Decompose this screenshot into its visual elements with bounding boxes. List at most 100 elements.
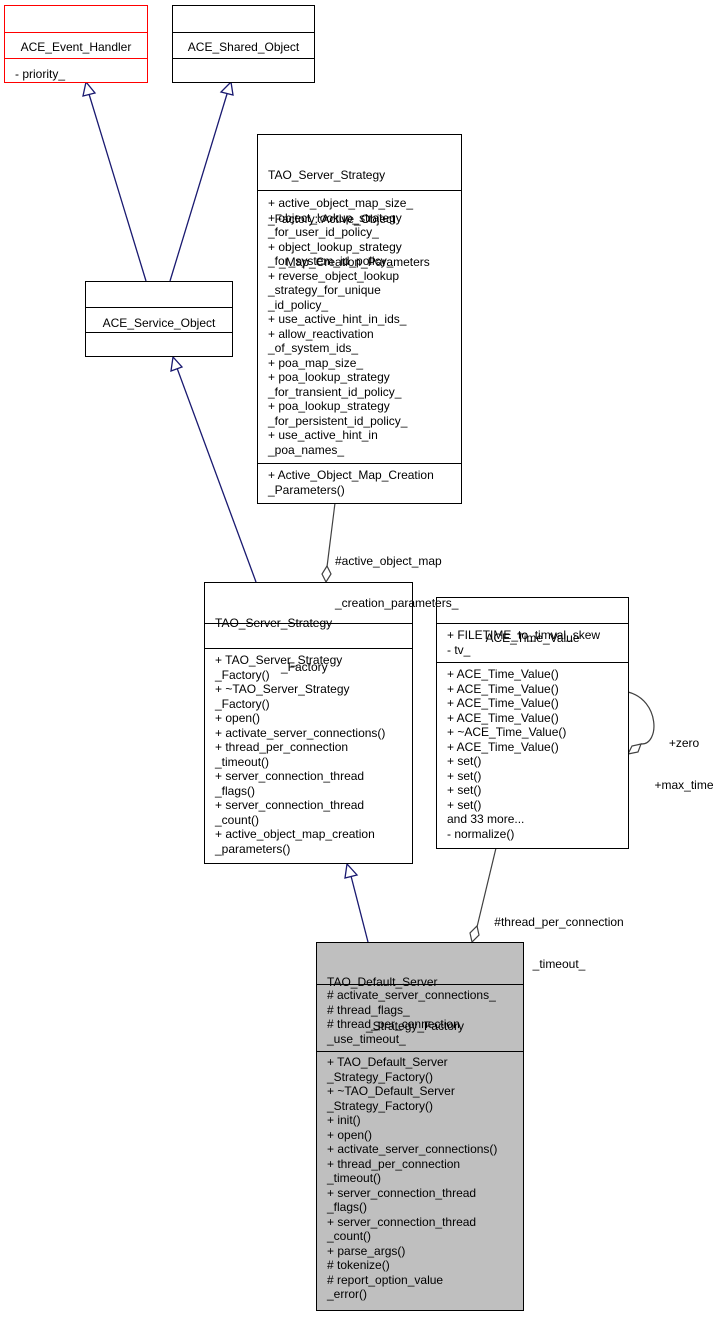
- class-ace-event-handler[interactable]: ACE_Event_Handler - priority_: [4, 5, 148, 83]
- attribute: _for_transient_id_policy_: [268, 384, 402, 399]
- method: # tokenize(): [327, 1258, 390, 1272]
- method: _count(): [327, 1229, 372, 1243]
- method: _timeout(): [327, 1171, 382, 1185]
- attribute: + reverse_object_lookup: [268, 268, 400, 283]
- edge-label-line: _creation_parameters_: [335, 596, 459, 610]
- methods-section: + ACE_Time_Value() + ACE_Time_Value() + AC…: [437, 662, 628, 848]
- method: + active_object_map_creation: [215, 827, 375, 841]
- attribute: # thread_flags_: [327, 1002, 410, 1017]
- inheritance-arrowhead: [344, 862, 359, 879]
- attribute: _of_system_ids_: [268, 341, 359, 355]
- method: + thread_per_connection: [215, 740, 349, 754]
- method: + set(): [447, 783, 482, 797]
- method: + server_connection_thread: [215, 798, 365, 812]
- attribute: # thread_per_connection: [327, 1017, 460, 1031]
- inheritance-edge-factory-to-service-object: [170, 355, 257, 583]
- attributes-section: + active_object_map_size_ + object_lookup…: [258, 190, 461, 463]
- association-edge-params-to-factory: [321, 502, 336, 584]
- class-name: ACE_Shared_Object: [187, 40, 300, 54]
- attributes-section: # activate_server_connections_ # thread_f…: [317, 984, 523, 1051]
- methods-section: + TAO_Default_Server _Strategy_Factory() +…: [317, 1051, 523, 1310]
- method: _Strategy_Factory(): [327, 1069, 434, 1084]
- class-title: TAO_Server_Strategy _Factory::Active_Obj…: [258, 135, 461, 269]
- edge-label-active-object-map-creation-parameters: #active_object_map _creation_parameters_: [335, 526, 458, 624]
- method: + init(): [327, 1113, 361, 1127]
- method: + set(): [447, 754, 482, 768]
- method: _count(): [215, 812, 260, 827]
- attribute: + poa_lookup_strategy: [268, 370, 390, 384]
- method: _Parameters(): [268, 482, 345, 497]
- method: + ACE_Time_Value(): [447, 667, 559, 681]
- method: + server_connection_thread: [215, 769, 365, 783]
- method: + set(): [447, 768, 482, 783]
- method: _flags(): [215, 783, 256, 798]
- method: + ACE_Time_Value(): [447, 681, 559, 696]
- method: _Factory(): [215, 696, 270, 711]
- method: + activate_server_connections(): [215, 725, 386, 740]
- method: + parse_args(): [327, 1243, 406, 1258]
- attribute: # activate_server_connections_: [327, 988, 496, 1002]
- class-active-object-map-creation-parameters[interactable]: TAO_Server_Strategy _Factory::Active_Obj…: [257, 134, 462, 504]
- method: _flags(): [327, 1200, 368, 1214]
- class-name-line: TAO_Server_Strategy: [268, 168, 386, 182]
- edge-label-thread-per-connection-timeout: #thread_per_connection _timeout_: [489, 887, 629, 985]
- class-ace-shared-object[interactable]: ACE_Shared_Object: [172, 5, 315, 83]
- attribute: _use_timeout_: [327, 1031, 406, 1046]
- class-title: ACE_Event_Handler: [5, 6, 147, 54]
- attribute: + use_active_hint_in: [268, 428, 378, 442]
- edge-label-line: +zero: [668, 736, 700, 750]
- methods-section: + Active_Object_Map_Creation _Parameters(…: [258, 463, 461, 503]
- method: + open(): [327, 1127, 373, 1142]
- edge-label-line: #active_object_map: [335, 554, 442, 568]
- attribute: + poa_lookup_strategy: [268, 399, 390, 413]
- edge-label-line: _timeout_: [532, 957, 586, 971]
- method: + ~TAO_Default_Server: [327, 1084, 455, 1098]
- method: + set(): [447, 797, 482, 812]
- attribute: + FILETIME_to_timval_skew: [447, 628, 601, 642]
- attribute: + object_lookup_strategy: [268, 239, 402, 254]
- attribute: + use_active_hint_in_ids_: [268, 312, 407, 326]
- method: and 33 more...: [447, 812, 525, 826]
- class-ace-time-value[interactable]: ACE_Time_Value + FILETIME_to_timval_skew…: [436, 597, 629, 849]
- class-title: ACE_Time_Value: [437, 598, 628, 645]
- inheritance-arrowhead: [219, 80, 234, 96]
- inheritance-edge-service-to-shared-object: [169, 80, 234, 282]
- method: + ACE_Time_Value(): [447, 739, 559, 754]
- method: + ACE_Time_Value(): [447, 696, 559, 710]
- method: + Active_Object_Map_Creation: [268, 468, 434, 482]
- methods-section: + TAO_Server_Strategy _Factory() + ~TAO_Se…: [205, 648, 412, 863]
- edge-label-line: #thread_per_connection: [494, 915, 624, 929]
- method: + thread_per_connection: [327, 1156, 461, 1171]
- method: + ~ACE_Time_Value(): [447, 725, 567, 739]
- method: + ACE_Time_Value(): [447, 710, 559, 725]
- method: + TAO_Server_Strategy: [215, 653, 343, 667]
- class-tao-server-strategy-factory[interactable]: TAO_Server_Strategy _Factory + TAO_Serve…: [204, 582, 413, 864]
- method: # report_option_value: [327, 1272, 444, 1287]
- class-tao-default-server-strategy-factory[interactable]: TAO_Default_Server _Strategy_Factory # a…: [316, 942, 524, 1311]
- method: + server_connection_thread: [327, 1185, 477, 1200]
- aggregation-diamond: [626, 743, 642, 755]
- edge-label-line: +max_time: [654, 778, 714, 792]
- aggregation-diamond: [321, 564, 332, 584]
- method: _parameters(): [215, 841, 291, 856]
- method: - normalize(): [447, 826, 515, 841]
- attribute: + poa_map_size_: [268, 355, 364, 370]
- attribute: _for_persistent_id_policy_: [268, 413, 408, 428]
- class-name: ACE_Service_Object: [102, 316, 216, 330]
- method: + server_connection_thread: [327, 1214, 477, 1229]
- method: _Strategy_Factory(): [327, 1098, 434, 1113]
- class-title: ACE_Shared_Object: [173, 6, 314, 54]
- attribute: + active_object_map_size_: [268, 196, 414, 210]
- class-ace-service-object[interactable]: ACE_Service_Object: [85, 281, 233, 357]
- inheritance-edge-service-to-event-handler: [82, 80, 147, 282]
- edge-label-self-association: +zero +max_time: [651, 708, 717, 806]
- attribute: _strategy_for_unique: [268, 283, 381, 297]
- attribute: + allow_reactivation: [268, 326, 374, 341]
- attribute: _poa_names_: [268, 442, 345, 457]
- attribute: _for_user_id_policy_: [268, 225, 379, 239]
- method: + open(): [215, 711, 261, 725]
- attribute: _id_policy_: [268, 297, 329, 312]
- method: _timeout(): [215, 754, 270, 769]
- method: + ~TAO_Server_Strategy: [215, 682, 350, 696]
- attribute: + object_lookup_strategy: [268, 210, 402, 225]
